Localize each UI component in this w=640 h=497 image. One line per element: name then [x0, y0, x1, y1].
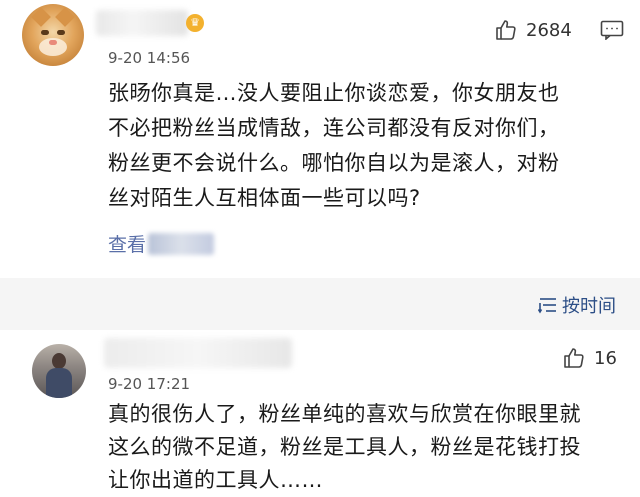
- avatar[interactable]: [32, 344, 86, 398]
- like-button[interactable]: 2684: [494, 18, 572, 42]
- vip-crown-icon: ♛: [186, 14, 204, 32]
- sort-by-time-button[interactable]: 按时间: [538, 292, 616, 318]
- redacted-text: [148, 232, 215, 255]
- username-redacted[interactable]: [96, 10, 188, 36]
- sort-bar: 按时间: [0, 278, 640, 330]
- comment-item: ♛ 9-20 14:56 2684 张旸你真是…没人要阻止你谈恋爱，你女朋友也 …: [0, 0, 640, 278]
- avatar[interactable]: [22, 4, 84, 66]
- comment-text: 真的很伤人了，粉丝单纯的喜欢与欣赏在你眼里就 这么的微不足道，粉丝是工具人，粉丝…: [108, 402, 581, 492]
- like-button[interactable]: 16: [562, 346, 617, 370]
- comment-text: 张旸你真是…没人要阻止你谈恋爱，你女朋友也 不必把粉丝当成情敌，连公司都没有反对…: [108, 81, 560, 210]
- like-count: 2684: [526, 19, 572, 41]
- username-redacted[interactable]: [104, 338, 292, 368]
- thumbs-up-icon: [564, 348, 584, 368]
- view-replies-link[interactable]: 查看: [108, 230, 215, 257]
- comment-icon[interactable]: [600, 20, 624, 40]
- comment-timestamp: 9-20 17:21: [108, 375, 191, 393]
- comment-item: 9-20 17:21 16 真的很伤人了，粉丝单纯的喜欢与欣赏在你眼里就 这么的…: [0, 330, 640, 497]
- sort-icon: [538, 298, 556, 314]
- like-count: 16: [594, 347, 617, 369]
- comment-timestamp: 9-20 14:56: [108, 49, 191, 67]
- thumbs-up-icon: [496, 20, 516, 40]
